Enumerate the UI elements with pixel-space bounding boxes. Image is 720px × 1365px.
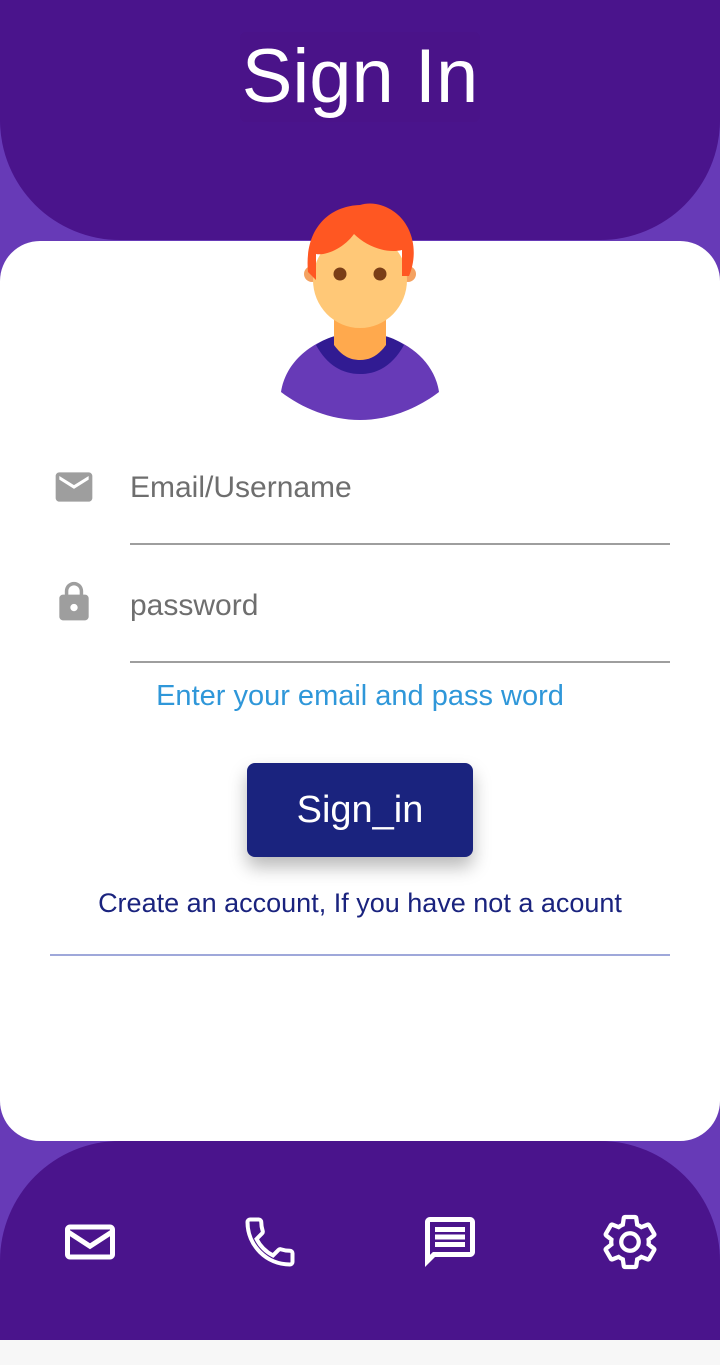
email-field-row: [0, 458, 720, 558]
email-input[interactable]: [130, 458, 670, 518]
system-bar: [0, 1340, 720, 1365]
create-account-link[interactable]: Create an account, If you have not a aco…: [0, 888, 720, 919]
input-hint: Enter your email and pass word: [156, 680, 564, 712]
chat-icon[interactable]: [420, 1212, 480, 1272]
mail-icon: [55, 472, 93, 502]
page-title: Sign In: [240, 32, 480, 122]
divider: [50, 954, 670, 956]
gear-icon[interactable]: [600, 1212, 660, 1272]
lock-icon: [59, 581, 89, 621]
password-input[interactable]: [130, 576, 670, 636]
password-underline: [130, 661, 670, 663]
phone-icon[interactable]: [240, 1212, 300, 1272]
email-underline: [130, 543, 670, 545]
password-field-row: [0, 576, 720, 676]
sign-in-button[interactable]: Sign_in: [247, 763, 473, 857]
avatar-icon: [281, 203, 439, 420]
mail-icon[interactable]: [60, 1212, 120, 1272]
